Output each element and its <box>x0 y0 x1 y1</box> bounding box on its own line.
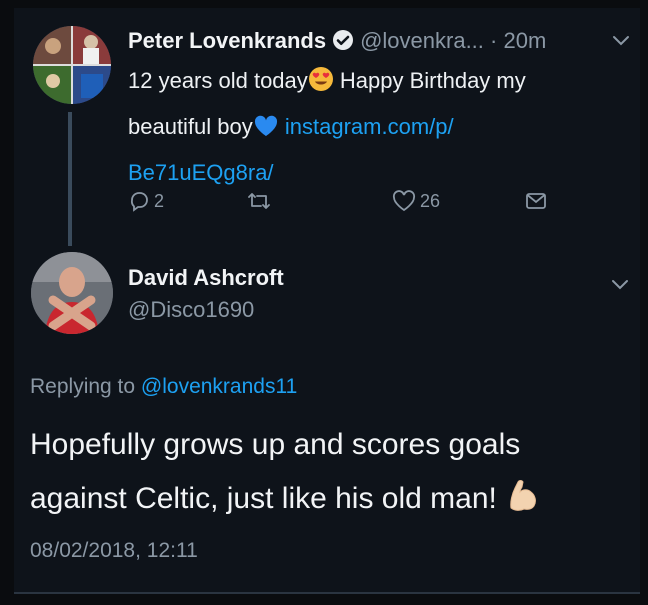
message-icon <box>524 190 548 212</box>
tweet-header: Peter Lovenkrands @lovenkra... · 20m <box>128 24 633 58</box>
like-button[interactable]: 26 <box>392 186 440 216</box>
avatar[interactable] <box>33 26 111 104</box>
retweet-button[interactable] <box>246 186 272 216</box>
reply-text-content: Hopefully grows up and scores goals agai… <box>30 428 521 515</box>
message-button[interactable] <box>524 186 548 216</box>
tweet-actions: 2 26 <box>128 186 568 216</box>
replying-handle[interactable]: @lovenkrands11 <box>141 375 297 398</box>
author-handle[interactable]: @lovenkra... <box>360 28 484 53</box>
avatar[interactable] <box>31 252 113 334</box>
replying-prefix: Replying to <box>30 375 141 398</box>
thread-line <box>68 112 72 246</box>
reply-timestamp: 08/02/2018, 12:11 <box>30 539 198 562</box>
author-handle[interactable]: @Disco1690 <box>128 294 254 326</box>
reply-button[interactable]: 2 <box>128 186 164 216</box>
retweet-icon <box>246 190 272 212</box>
like-count: 26 <box>420 190 441 211</box>
like-icon <box>392 190 416 212</box>
tweet-time[interactable]: · 20m <box>490 28 546 53</box>
reply-count: 2 <box>154 190 165 211</box>
chevron-down-icon[interactable] <box>608 270 632 298</box>
reply-text: Hopefully grows up and scores goals agai… <box>30 418 620 530</box>
chevron-down-icon[interactable] <box>609 26 633 54</box>
heart-eyes-emoji <box>308 64 334 106</box>
flexed-biceps-emoji <box>505 476 541 530</box>
blue-heart-emoji <box>253 110 279 152</box>
author-name[interactable]: David Ashcroft <box>128 262 284 294</box>
author-name[interactable]: Peter Lovenkrands <box>128 28 326 53</box>
tweet-text-part: 12 years old today <box>128 68 308 93</box>
replying-to: Replying to @lovenkrands11 <box>30 372 297 402</box>
tweet-text: 12 years old today Happy Birthday my bea… <box>128 60 598 194</box>
reply-icon <box>128 190 150 212</box>
verified-icon <box>332 27 354 50</box>
divider <box>14 592 640 594</box>
